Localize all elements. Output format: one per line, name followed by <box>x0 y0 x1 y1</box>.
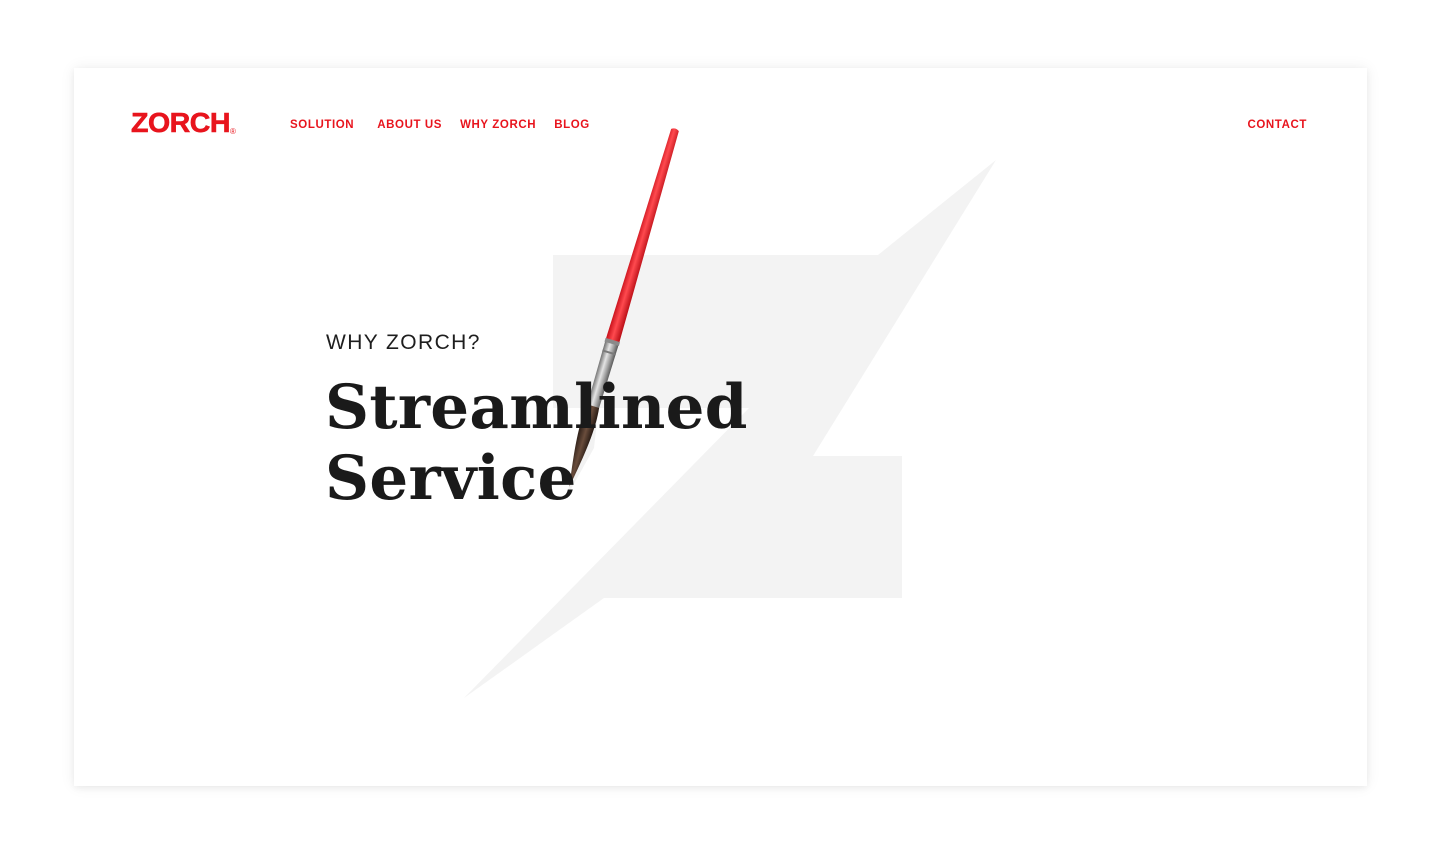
main-nav: SOLUTION ABOUT US WHY ZORCH BLOG <box>290 119 590 131</box>
hero-headline: Streamlined Service <box>325 372 748 514</box>
nav-link-blog[interactable]: BLOG <box>554 119 590 131</box>
nav-link-solution[interactable]: SOLUTION <box>290 119 354 131</box>
hero-eyebrow: WHY ZORCH? <box>326 331 481 354</box>
nav-link-why-zorch[interactable]: WHY ZORCH <box>460 119 536 131</box>
nav-link-contact[interactable]: CONTACT <box>1247 119 1307 131</box>
logo-wordmark: ZORCH <box>131 107 231 138</box>
hero-headline-line-1: Streamlined <box>325 372 748 443</box>
website-frame: ZORCH ® SOLUTION ABOUT US WHY ZORCH BLOG… <box>74 68 1367 786</box>
registered-mark: ® <box>230 127 236 136</box>
nav-link-about-us[interactable]: ABOUT US <box>377 119 442 131</box>
zorch-logo[interactable]: ZORCH ® <box>131 107 236 138</box>
hero-headline-line-2: Service <box>325 443 577 514</box>
